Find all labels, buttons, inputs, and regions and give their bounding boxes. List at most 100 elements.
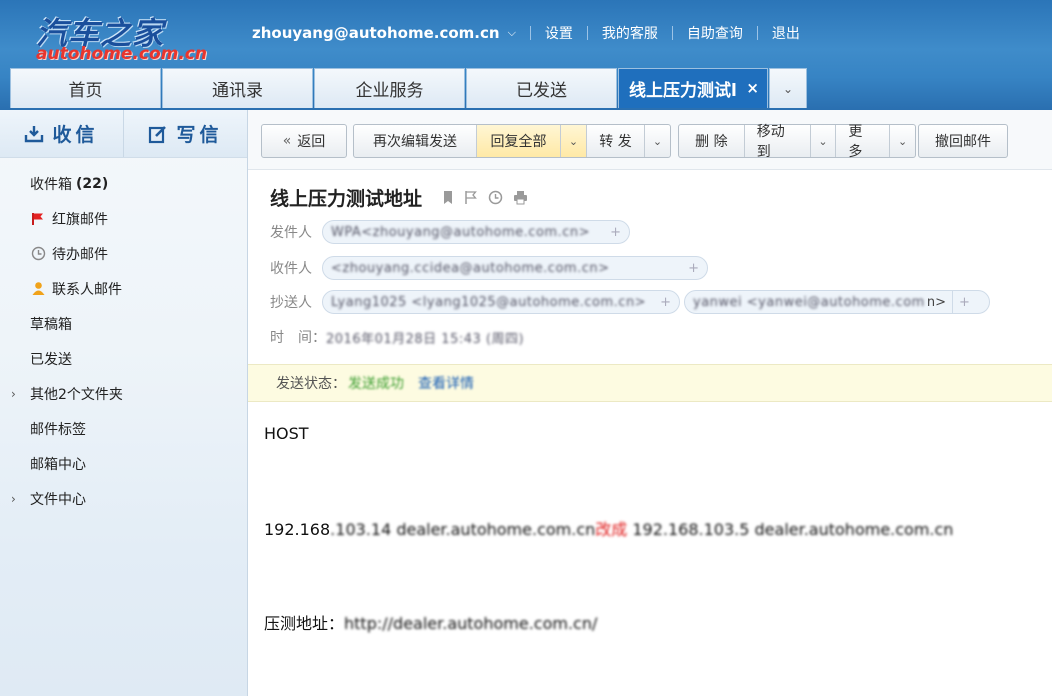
more-dropdown[interactable]: ⌄: [889, 125, 915, 157]
sidebar-item-todo[interactable]: 待办邮件: [0, 236, 247, 271]
inbox-download-icon: [25, 125, 44, 142]
time-label: 时 间：: [270, 330, 326, 346]
tab-bar: 首页 通讯录 企业服务 已发送 线上压力测试l × ⌄: [10, 68, 808, 110]
recall-label: 撤回邮件: [935, 134, 991, 150]
compose-pen-icon: [149, 125, 167, 143]
contact-person-icon: [30, 281, 46, 297]
reply-all-button[interactable]: 回复全部: [476, 125, 560, 157]
forward-button[interactable]: 转 发: [586, 125, 644, 157]
recipient-chip[interactable]: <zhouyang.ccidea@autohome.com.cn> +: [322, 256, 708, 280]
body-test-url-line: 压测地址：http://dealer.autohome.com.cn/: [264, 610, 597, 634]
tab-current-mail[interactable]: 线上压力测试l ×: [618, 68, 768, 108]
chevron-down-icon: ⌄: [568, 134, 579, 148]
from-label: 发件人: [270, 225, 312, 241]
chevron-down-icon: ⌄: [782, 81, 794, 96]
cc-address-2: yanwei <yanwei@autohome.com: [693, 294, 925, 310]
delete-button[interactable]: 删 除: [679, 125, 744, 157]
folder-label: 待办邮件: [52, 246, 108, 263]
cc-chip-1[interactable]: Lyang1025 <lyang1025@autohome.com.cn> +: [322, 290, 680, 314]
sidebar-item-mail-center[interactable]: 邮箱中心: [0, 446, 247, 481]
sender-chip[interactable]: WPA<zhouyang@autohome.com.cn> +: [322, 220, 630, 244]
more-button[interactable]: 更 多: [835, 124, 889, 160]
bookmark-icon[interactable]: [442, 190, 454, 205]
forward-dropdown[interactable]: ⌄: [644, 125, 670, 157]
tab-contacts[interactable]: 通讯录: [162, 68, 313, 108]
receive-button[interactable]: 收信: [0, 110, 123, 157]
autohome-logo[interactable]: 汽车之家 autohome.com.cn: [30, 8, 207, 68]
move-to-dropdown[interactable]: ⌄: [809, 125, 836, 157]
reply-button-group: 再次编辑发送 回复全部 ⌄ 转 发 ⌄: [353, 124, 671, 158]
from-row: 发件人 WPA<zhouyang@autohome.com.cn> +: [270, 220, 630, 244]
plus-icon[interactable]: +: [688, 261, 699, 276]
body-host-line: HOST: [264, 424, 309, 443]
send-status-bar: 发送状态： 发送成功 查看详情: [248, 364, 1052, 402]
chevron-down-icon: ⌄: [897, 134, 908, 148]
mail-subject: 线上压力测试地址: [270, 184, 528, 211]
reedit-send-button[interactable]: 再次编辑发送: [354, 125, 476, 157]
account-email[interactable]: zhouyang@autohome.com.cn: [252, 24, 500, 42]
tab-current-label: 线上压力测试l: [629, 81, 737, 101]
customer-service-link[interactable]: 我的客服: [602, 23, 658, 43]
chevron-down-icon: ⌄: [652, 134, 663, 148]
sender-address: WPA<zhouyang@autohome.com.cn>: [331, 224, 590, 240]
sidebar-actions: 收信 写信: [0, 110, 247, 158]
receive-label: 收信: [52, 124, 99, 146]
sidebar-item-drafts[interactable]: 草稿箱: [0, 306, 247, 341]
flag-icon[interactable]: [464, 190, 478, 205]
divider: [529, 26, 531, 40]
status-label: 发送状态：: [276, 376, 346, 392]
folder-label: 邮箱中心: [30, 456, 86, 473]
chevron-down-icon[interactable]: ⌵: [508, 26, 516, 40]
clock-icon[interactable]: [488, 190, 503, 205]
close-icon[interactable]: ×: [746, 79, 759, 97]
compose-button[interactable]: 写信: [123, 110, 247, 157]
move-to-button[interactable]: 移动到: [743, 124, 810, 160]
sidebar-item-file-center[interactable]: › 文件中心: [0, 481, 247, 516]
red-flag-icon: [30, 211, 46, 227]
double-chevron-left-icon: «: [282, 133, 292, 149]
sidebar-item-tags[interactable]: 邮件标签: [0, 411, 247, 446]
divider: [756, 26, 758, 40]
tab-home[interactable]: 首页: [10, 68, 161, 108]
folder-label: 收件箱: [30, 176, 72, 193]
logout-link[interactable]: 退出: [772, 23, 800, 43]
reply-all-dropdown[interactable]: ⌄: [560, 125, 586, 157]
divider: [586, 26, 588, 40]
sidebar-item-other-folders[interactable]: › 其他2个文件夹: [0, 376, 247, 411]
time-value: 2016年01月28日 15:43 (周四): [326, 331, 525, 347]
chevron-right-icon[interactable]: ›: [11, 492, 16, 506]
sidebar: 收信 写信 收件箱 (22) 红旗邮件 待办邮件 联系人邮件 草稿箱 已发送 ›…: [0, 110, 248, 696]
top-header: 汽车之家 autohome.com.cn zhouyang@autohome.c…: [0, 0, 1052, 110]
sidebar-item-sent[interactable]: 已发送: [0, 341, 247, 376]
tab-enterprise[interactable]: 企业服务: [314, 68, 465, 108]
time-row: 时 间： 2016年01月28日 15:43 (周四): [270, 325, 524, 349]
chevron-down-icon: ⌄: [818, 134, 828, 148]
folder-label: 其他2个文件夹: [30, 386, 123, 403]
back-label: 返回: [297, 134, 326, 150]
folder-label: 草稿箱: [30, 316, 72, 333]
to-row: 收件人 <zhouyang.ccidea@autohome.com.cn> +: [270, 256, 708, 280]
sidebar-item-flagged[interactable]: 红旗邮件: [0, 201, 247, 236]
cc-label: 抄送人: [270, 295, 312, 311]
plus-icon[interactable]: +: [610, 225, 621, 240]
chevron-right-icon[interactable]: ›: [11, 387, 16, 401]
compose-label: 写信: [176, 124, 223, 146]
test-url-link[interactable]: http://dealer.autohome.com.cn/: [344, 614, 597, 633]
recall-button[interactable]: 撤回邮件: [918, 124, 1008, 158]
print-icon[interactable]: [513, 190, 528, 205]
plus-icon[interactable]: +: [660, 295, 671, 310]
self-service-link[interactable]: 自助查询: [687, 23, 743, 43]
sidebar-item-inbox[interactable]: 收件箱 (22): [0, 166, 247, 201]
unread-count: (22): [76, 175, 109, 192]
cc-chip-2[interactable]: yanwei <yanwei@autohome.com n> +: [684, 290, 990, 314]
tab-sent[interactable]: 已发送: [466, 68, 617, 108]
hosts-ip-start: 192.168: [264, 520, 331, 539]
hosts-entry-new: 192.168.103.5 dealer.autohome.com.cn: [627, 520, 954, 539]
recipient-address: <zhouyang.ccidea@autohome.com.cn>: [331, 260, 610, 276]
sidebar-item-contact-mail[interactable]: 联系人邮件: [0, 271, 247, 306]
tab-more-dropdown[interactable]: ⌄: [769, 68, 807, 108]
settings-link[interactable]: 设置: [545, 23, 573, 43]
plus-icon[interactable]: +: [951, 291, 976, 313]
status-detail-link[interactable]: 查看详情: [418, 373, 474, 393]
back-button[interactable]: « 返回: [261, 124, 347, 158]
